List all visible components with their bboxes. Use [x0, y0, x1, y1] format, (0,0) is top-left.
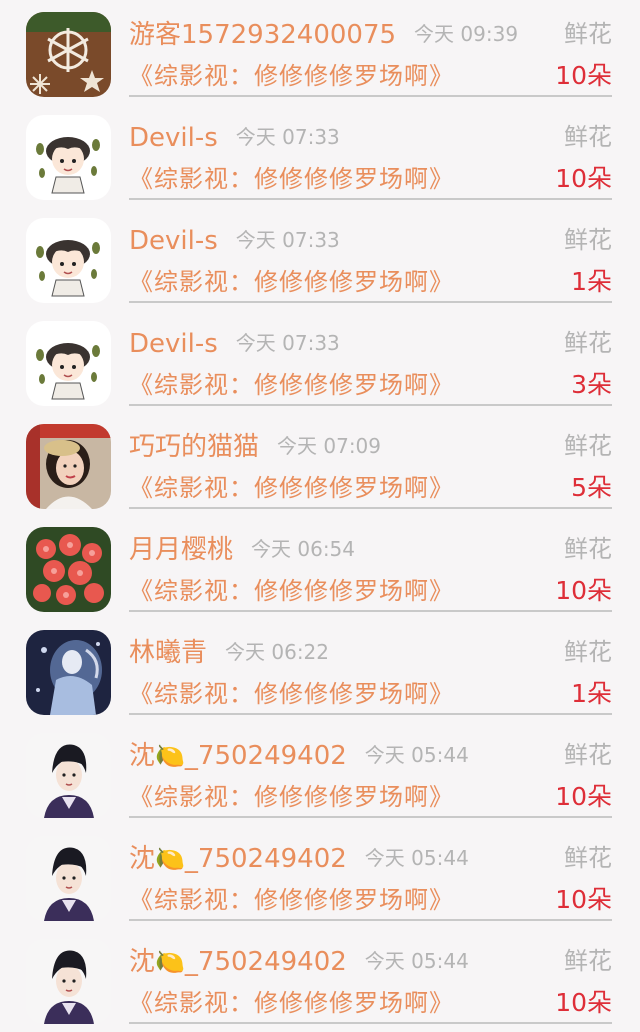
gift-type: 鲜花: [564, 123, 612, 151]
gift-count: 1朵: [571, 267, 612, 296]
fantasy-art-avatar[interactable]: [26, 630, 111, 715]
divider: [129, 95, 612, 97]
list-item[interactable]: 巧巧的猫猫 今天 07:09 鲜花 《综影视：修修修修罗场啊》 5朵: [0, 412, 640, 514]
user-name[interactable]: 巧巧的猫猫 今天 07:09: [129, 430, 381, 463]
divider: [129, 301, 612, 303]
gift-count: 1朵: [571, 679, 612, 708]
user-name[interactable]: 沈🍋_750249402 今天 05:44: [129, 945, 469, 978]
divider: [129, 507, 612, 509]
divider: [129, 713, 612, 715]
gift-count: 3朵: [571, 370, 612, 399]
book-title[interactable]: 《综影视：修修修修罗场啊》: [129, 60, 454, 92]
cartoon-girl-avatar[interactable]: [26, 218, 111, 303]
gift-type: 鲜花: [564, 329, 612, 357]
anime-man-avatar[interactable]: [26, 836, 111, 921]
gift-type: 鲜花: [564, 20, 612, 48]
user-name[interactable]: 月月樱桃 今天 06:54: [129, 533, 355, 566]
book-title[interactable]: 《综影视：修修修修罗场啊》: [129, 987, 454, 1019]
list-item[interactable]: 沈🍋_750249402 今天 05:44 鲜花 《综影视：修修修修罗场啊》 10…: [0, 824, 640, 926]
divider: [129, 198, 612, 200]
gift-count: 10朵: [555, 576, 612, 605]
user-name[interactable]: Devil-s 今天 07:33: [129, 327, 340, 360]
woman-photo-avatar[interactable]: [26, 424, 111, 509]
cartoon-girl-avatar[interactable]: [26, 321, 111, 406]
list-item[interactable]: 沈🍋_750249402 今天 05:44 鲜花 《综影视：修修修修罗场啊》 10…: [0, 927, 640, 1029]
lemon-emoji-icon: 🍋: [155, 845, 185, 873]
gift-type: 鲜花: [564, 947, 612, 975]
gift-record-list: 游客1572932400075 今天 09:39 鲜花 《综影视：修修修修罗场啊》…: [0, 0, 640, 1032]
timestamp: 今天 05:44: [364, 846, 469, 870]
book-title[interactable]: 《综影视：修修修修罗场啊》: [129, 163, 454, 195]
timestamp: 今天 07:09: [277, 434, 382, 458]
user-name[interactable]: Devil-s 今天 07:33: [129, 121, 340, 154]
gift-count: 5朵: [571, 473, 612, 502]
timestamp: 今天 09:39: [414, 22, 519, 46]
anime-man-avatar[interactable]: [26, 733, 111, 818]
timestamp: 今天 07:33: [235, 331, 340, 355]
lemon-emoji-icon: 🍋: [155, 742, 185, 770]
cartoon-girl-avatar[interactable]: [26, 115, 111, 200]
list-item[interactable]: Devil-s 今天 07:33 鲜花 《综影视：修修修修罗场啊》 3朵: [0, 309, 640, 411]
timestamp: 今天 07:33: [235, 228, 340, 252]
list-item[interactable]: 林曦青 今天 06:22 鲜花 《综影视：修修修修罗场啊》 1朵: [0, 618, 640, 720]
gift-count: 10朵: [555, 988, 612, 1017]
gift-type: 鲜花: [564, 844, 612, 872]
divider: [129, 919, 612, 921]
book-title[interactable]: 《综影视：修修修修罗场啊》: [129, 369, 454, 401]
user-name[interactable]: Devil-s 今天 07:33: [129, 224, 340, 257]
list-item[interactable]: 月月樱桃 今天 06:54 鲜花 《综影视：修修修修罗场啊》 10朵: [0, 515, 640, 617]
gift-type: 鲜花: [564, 741, 612, 769]
user-name[interactable]: 沈🍋_750249402 今天 05:44: [129, 842, 469, 875]
user-name[interactable]: 沈🍋_750249402 今天 05:44: [129, 739, 469, 772]
lemon-emoji-icon: 🍋: [155, 948, 185, 976]
list-item[interactable]: 沈🍋_750249402 今天 05:44 鲜花 《综影视：修修修修罗场啊》 10…: [0, 721, 640, 823]
user-name[interactable]: 林曦青 今天 06:22: [129, 636, 329, 669]
divider: [129, 610, 612, 612]
timestamp: 今天 06:54: [251, 537, 356, 561]
divider: [129, 404, 612, 406]
book-title[interactable]: 《综影视：修修修修罗场啊》: [129, 781, 454, 813]
timestamp: 今天 07:33: [235, 125, 340, 149]
gift-count: 10朵: [555, 61, 612, 90]
gift-type: 鲜花: [564, 638, 612, 666]
book-title[interactable]: 《综影视：修修修修罗场啊》: [129, 884, 454, 916]
book-title[interactable]: 《综影视：修修修修罗场啊》: [129, 266, 454, 298]
timestamp: 今天 05:44: [364, 743, 469, 767]
red-flowers-avatar[interactable]: [26, 527, 111, 612]
user-name[interactable]: 游客1572932400075 今天 09:39: [129, 18, 518, 51]
list-item[interactable]: 游客1572932400075 今天 09:39 鲜花 《综影视：修修修修罗场啊》…: [0, 0, 640, 102]
list-item[interactable]: Devil-s 今天 07:33 鲜花 《综影视：修修修修罗场啊》 10朵: [0, 103, 640, 205]
timestamp: 今天 05:44: [364, 949, 469, 973]
gift-type: 鲜花: [564, 432, 612, 460]
divider: [129, 1022, 612, 1024]
book-title[interactable]: 《综影视：修修修修罗场啊》: [129, 472, 454, 504]
book-title[interactable]: 《综影视：修修修修罗场啊》: [129, 575, 454, 607]
book-title[interactable]: 《综影视：修修修修罗场啊》: [129, 678, 454, 710]
list-item[interactable]: Devil-s 今天 07:33 鲜花 《综影视：修修修修罗场啊》 1朵: [0, 206, 640, 308]
gift-type: 鲜花: [564, 535, 612, 563]
gift-type: 鲜花: [564, 226, 612, 254]
snowflake-avatar[interactable]: [26, 12, 111, 97]
gift-count: 10朵: [555, 782, 612, 811]
divider: [129, 816, 612, 818]
gift-count: 10朵: [555, 164, 612, 193]
timestamp: 今天 06:22: [225, 640, 330, 664]
gift-count: 10朵: [555, 885, 612, 914]
anime-man-avatar[interactable]: [26, 939, 111, 1024]
